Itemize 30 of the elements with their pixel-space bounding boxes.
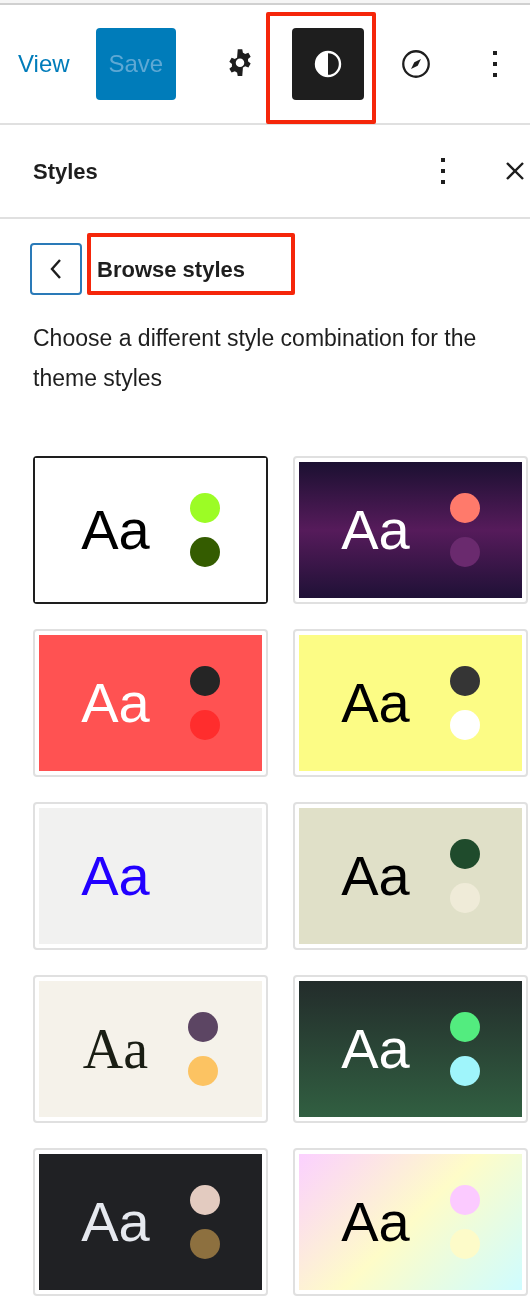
section-title: Browse styles <box>97 256 245 282</box>
sample-text: Aa <box>82 1021 149 1077</box>
sample-text: Aa <box>81 1194 150 1250</box>
style-card[interactable]: Aa <box>293 1148 528 1296</box>
style-card[interactable]: Aa <box>33 975 268 1123</box>
sample-text: Aa <box>341 675 410 731</box>
style-card[interactable]: Aa <box>33 456 268 604</box>
sample-text: Aa <box>81 675 150 731</box>
style-card[interactable]: Aa <box>293 975 528 1123</box>
sample-text: Aa <box>341 502 410 558</box>
style-card[interactable]: Aa <box>33 1148 268 1296</box>
back-button[interactable] <box>30 243 82 295</box>
toolbar-button[interactable] <box>292 28 364 100</box>
sample-text: Aa <box>341 1194 410 1250</box>
style-card[interactable]: Aa <box>293 802 528 950</box>
close-icon <box>505 161 525 181</box>
style-card[interactable]: Aa <box>33 802 268 950</box>
style-card[interactable]: Aa <box>293 456 528 604</box>
panel-title: Styles <box>33 157 99 186</box>
sample-text: Aa <box>341 1021 410 1077</box>
style-card[interactable]: Aa <box>293 629 528 777</box>
sample-text: Aa <box>81 502 150 558</box>
sample-text: Aa <box>81 848 150 904</box>
more-icon <box>439 156 447 186</box>
chevron-left-icon <box>49 257 63 281</box>
sample-text: Aa <box>341 848 410 904</box>
compass-icon <box>399 47 433 81</box>
more-icon <box>491 49 499 79</box>
view-link[interactable]: View <box>18 46 70 82</box>
description: Choose a different style combination for the theme styles <box>32 324 478 393</box>
